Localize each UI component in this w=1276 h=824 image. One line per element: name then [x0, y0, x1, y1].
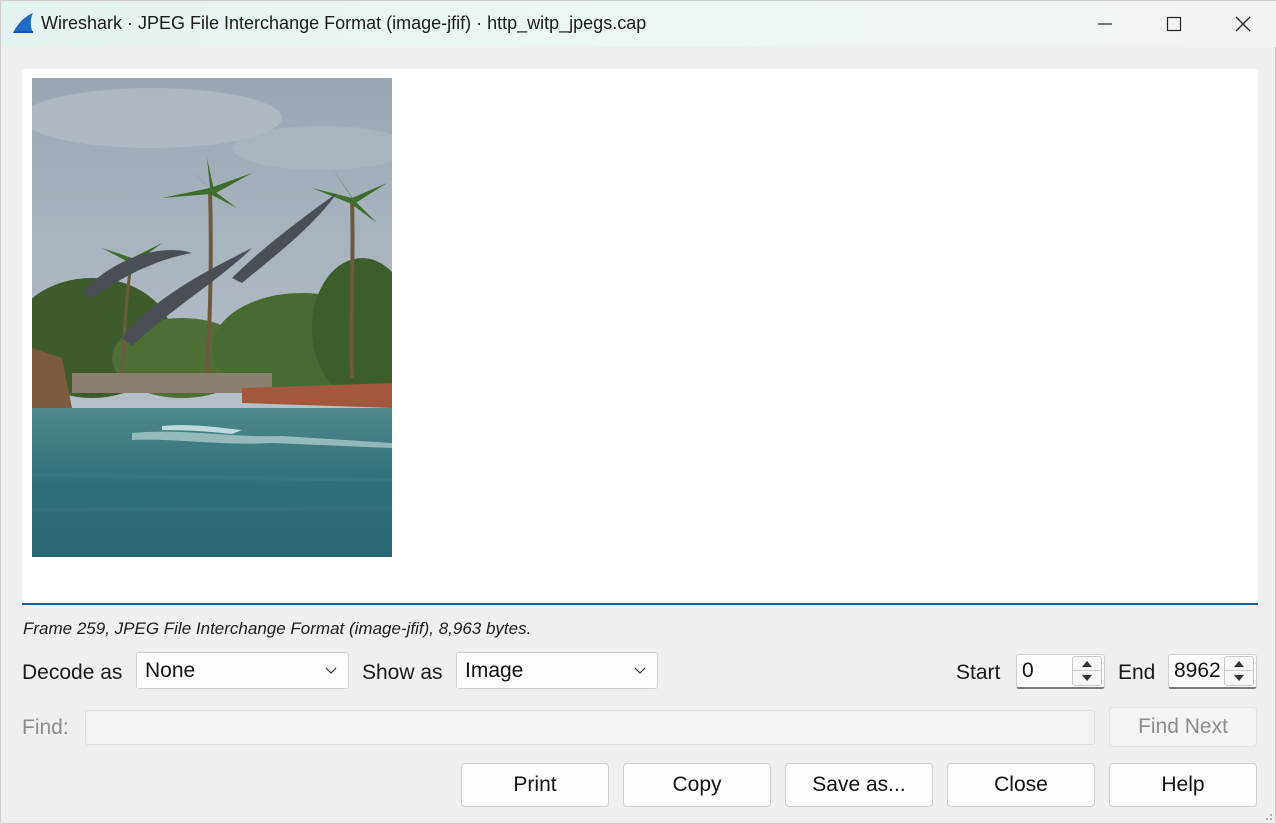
caret-down-icon [1234, 675, 1244, 681]
chevron-down-icon [325, 667, 337, 674]
caret-down-icon [1082, 675, 1092, 681]
save-as-button[interactable]: Save as... [785, 763, 933, 807]
end-stepper[interactable] [1224, 656, 1254, 686]
chevron-down-icon [634, 667, 646, 674]
decode-as-select[interactable]: None [136, 652, 349, 689]
start-decrement-button[interactable] [1073, 671, 1101, 685]
decode-as-label: Decode as [22, 661, 123, 684]
jpeg-image [32, 78, 392, 557]
show-as-value: Image [465, 659, 524, 682]
close-button[interactable]: Close [947, 763, 1095, 807]
start-increment-button[interactable] [1073, 657, 1101, 671]
print-button[interactable]: Print [461, 763, 609, 807]
start-label: Start [956, 661, 1001, 684]
end-increment-button[interactable] [1225, 657, 1253, 671]
end-value: 8962 [1174, 659, 1221, 682]
show-as-label: Show as [362, 661, 443, 684]
close-window-button[interactable] [1209, 1, 1276, 47]
caret-up-icon [1234, 660, 1244, 667]
maximize-icon [1166, 16, 1182, 32]
minimize-icon [1098, 23, 1112, 25]
start-value: 0 [1022, 659, 1034, 682]
find-input[interactable] [85, 710, 1095, 745]
close-icon [1235, 16, 1251, 32]
window-title: Wireshark · JPEG File Interchange Format… [41, 13, 647, 33]
find-next-button[interactable]: Find Next [1109, 707, 1257, 747]
start-spinbox[interactable]: 0 [1016, 654, 1105, 689]
resize-grip-icon[interactable] [1263, 811, 1273, 821]
caret-up-icon [1082, 660, 1092, 667]
title-bar[interactable]: Wireshark · JPEG File Interchange Format… [1, 1, 1276, 47]
wireshark-fin-icon [13, 13, 33, 33]
copy-button[interactable]: Copy [623, 763, 771, 807]
start-stepper[interactable] [1072, 656, 1102, 686]
maximize-button[interactable] [1140, 1, 1208, 47]
frame-info-label: Frame 259, JPEG File Interchange Format … [23, 619, 532, 638]
end-spinbox[interactable]: 8962 [1168, 654, 1257, 689]
help-button[interactable]: Help [1109, 763, 1257, 807]
image-viewer-pane[interactable] [22, 69, 1258, 605]
image-viewer-window: Wireshark · JPEG File Interchange Format… [0, 0, 1276, 824]
end-label: End [1118, 661, 1156, 684]
end-decrement-button[interactable] [1225, 671, 1253, 685]
decode-as-value: None [145, 659, 196, 682]
find-label: Find: [22, 716, 69, 739]
minimize-button[interactable] [1071, 1, 1139, 47]
show-as-select[interactable]: Image [456, 652, 658, 689]
